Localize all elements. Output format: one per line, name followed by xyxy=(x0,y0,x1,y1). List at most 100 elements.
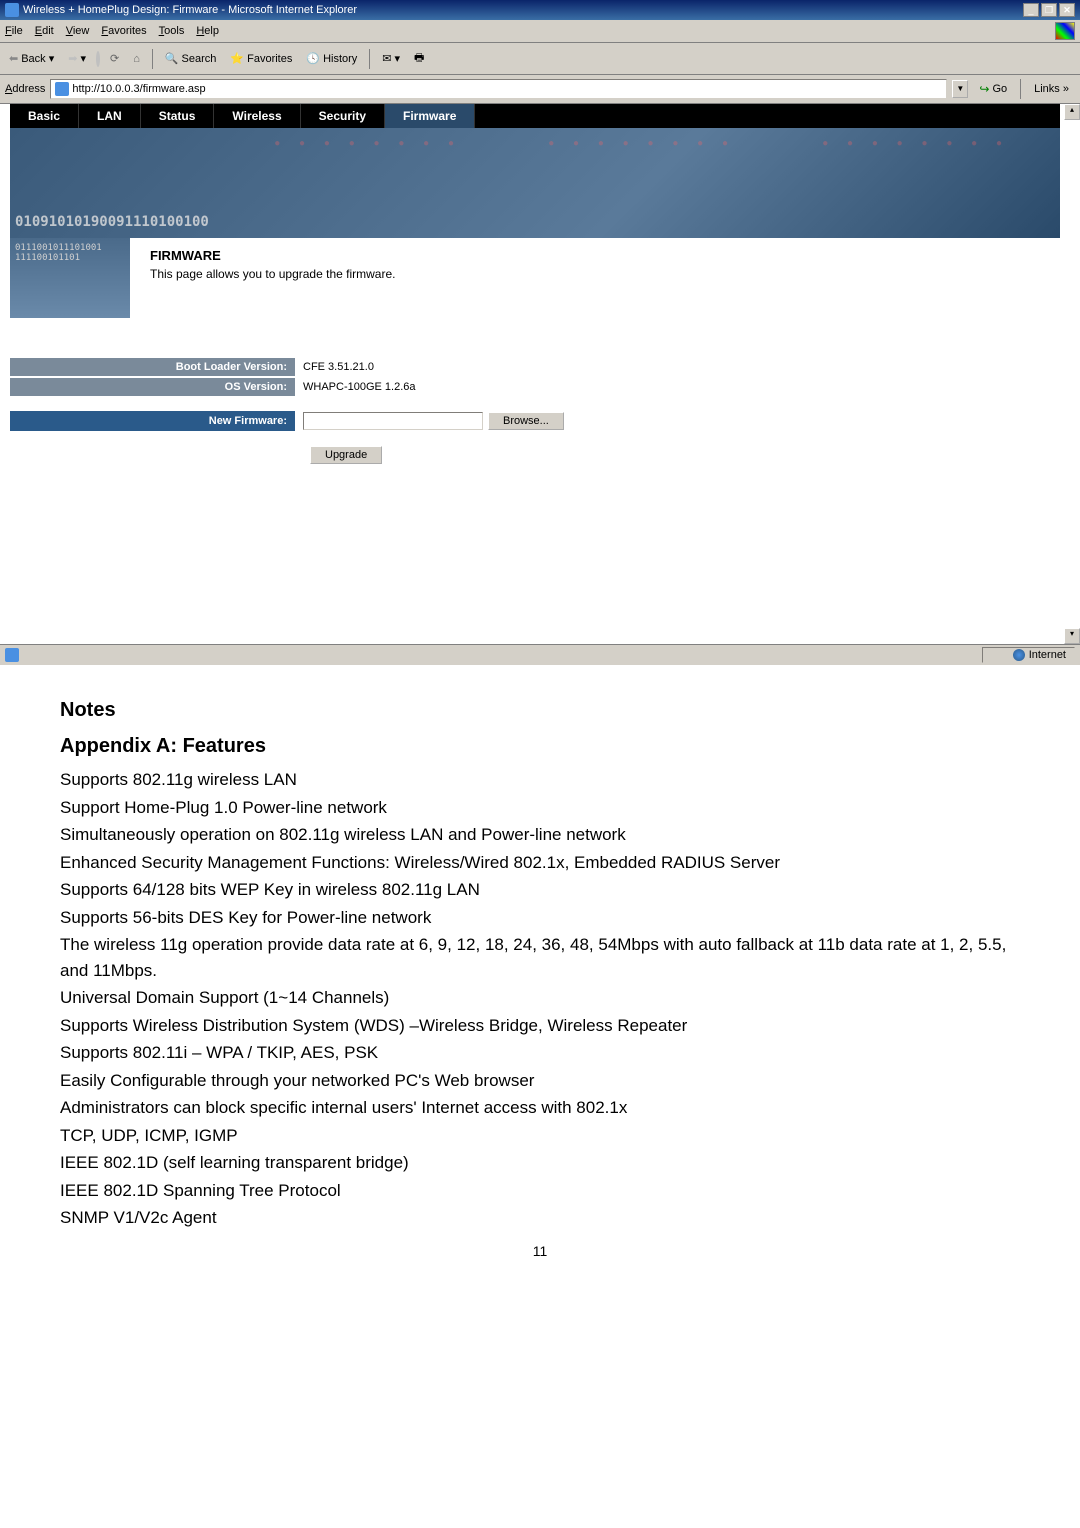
firmware-title: FIRMWARE xyxy=(150,248,1040,263)
address-label: Address xyxy=(5,83,45,95)
go-label: Go xyxy=(992,83,1007,95)
history-button[interactable]: 🕓 History xyxy=(302,50,361,67)
tab-basic[interactable]: Basic xyxy=(10,104,79,128)
tab-firmware[interactable]: Firmware xyxy=(385,104,475,128)
separator xyxy=(1020,79,1021,99)
forward-button[interactable]: ➡ ▾ xyxy=(64,50,90,67)
scroll-down-button[interactable]: ▾ xyxy=(1064,628,1080,644)
firmware-file-input[interactable] xyxy=(303,412,483,430)
toolbar-separator xyxy=(152,49,153,69)
doc-line: TCP, UDP, ICMP, IGMP xyxy=(60,1123,1020,1149)
toolbar: ⬅ Back ▾ ➡ ▾ ⟳ ⌂ 🔍 Search ⭐ Favorites 🕓 … xyxy=(0,43,1080,75)
address-dropdown[interactable]: ▼ xyxy=(952,80,968,98)
home-button[interactable]: ⌂ xyxy=(129,51,144,67)
refresh-button[interactable]: ⟳ xyxy=(106,50,123,67)
menu-help[interactable]: Help xyxy=(196,25,219,37)
menu-file[interactable]: File xyxy=(5,25,23,37)
browse-button[interactable]: Browse... xyxy=(488,412,564,430)
home-icon: ⌂ xyxy=(133,53,140,65)
os-version-label: OS Version: xyxy=(10,378,295,396)
doc-line: Simultaneously operation on 802.11g wire… xyxy=(60,822,1020,848)
doc-line: Support Home-Plug 1.0 Power-line network xyxy=(60,795,1020,821)
scroll-up-button[interactable]: ▴ xyxy=(1064,104,1080,120)
banner-binary-2: 0111001011101001 xyxy=(15,243,125,253)
doc-line: Easily Configurable through your network… xyxy=(60,1068,1020,1094)
left-panel: 0111001011101001 111100101101 xyxy=(10,238,130,318)
page-content: ▴ Basic LAN Status Wireless Security Fir… xyxy=(0,104,1080,644)
doc-line: Universal Domain Support (1~14 Channels) xyxy=(60,985,1020,1011)
doc-line: The wireless 11g operation provide data … xyxy=(60,932,1020,983)
status-ie-icon xyxy=(5,648,19,662)
firmware-desc: This page allows you to upgrade the firm… xyxy=(150,267,1040,281)
windows-logo-icon xyxy=(1055,22,1075,40)
tab-wireless[interactable]: Wireless xyxy=(214,104,300,128)
menu-view[interactable]: View xyxy=(66,25,90,37)
close-button[interactable]: ✕ xyxy=(1059,3,1075,17)
window-title: Wireless + HomePlug Design: Firmware - M… xyxy=(23,4,357,16)
title-bar: Wireless + HomePlug Design: Firmware - M… xyxy=(0,0,1080,20)
menu-edit[interactable]: Edit xyxy=(35,25,54,37)
mail-icon: ✉ xyxy=(382,52,391,65)
doc-line: Enhanced Security Management Functions: … xyxy=(60,850,1020,876)
history-icon: 🕓 xyxy=(306,52,320,65)
print-button[interactable]: 🖶 xyxy=(410,47,428,70)
appendix-heading: Appendix A: Features xyxy=(60,731,1020,761)
stop-button[interactable] xyxy=(96,53,100,65)
back-label: Back xyxy=(21,53,45,65)
address-bar: Address http://10.0.0.3/firmware.asp ▼ ↪… xyxy=(0,75,1080,104)
new-firmware-label: New Firmware: xyxy=(10,411,295,431)
minimize-button[interactable]: _ xyxy=(1023,3,1039,17)
doc-line: Supports 802.11i – WPA / TKIP, AES, PSK xyxy=(60,1040,1020,1066)
back-button[interactable]: ⬅ Back ▾ xyxy=(5,50,58,67)
ie-icon xyxy=(5,3,19,17)
doc-line: Supports 802.11g wireless LAN xyxy=(60,767,1020,793)
menu-bar: File Edit View Favorites Tools Help xyxy=(0,20,1080,43)
address-url: http://10.0.0.3/firmware.asp xyxy=(72,83,205,95)
search-icon: 🔍 xyxy=(165,52,179,65)
favorites-button[interactable]: ⭐ Favorites xyxy=(226,50,296,67)
zone-label: Internet xyxy=(1029,649,1066,661)
doc-line: IEEE 802.1D (self learning transparent b… xyxy=(60,1150,1020,1176)
forward-dropdown-icon: ▾ xyxy=(80,52,86,65)
toolbar-separator xyxy=(369,49,370,69)
go-icon: ↪ xyxy=(979,82,989,96)
maximize-button[interactable]: ❐ xyxy=(1041,3,1057,17)
security-zone: Internet xyxy=(982,647,1075,663)
go-button[interactable]: ↪ Go xyxy=(973,80,1013,98)
history-label: History xyxy=(323,53,357,65)
favorites-label: Favorites xyxy=(247,53,292,65)
tab-status[interactable]: Status xyxy=(141,104,215,128)
menu-favorites[interactable]: Favorites xyxy=(101,25,146,37)
forward-arrow-icon: ➡ xyxy=(68,52,77,65)
left-panel-text: 111100101101 xyxy=(15,253,125,263)
boot-loader-label: Boot Loader Version: xyxy=(10,358,295,376)
tab-lan[interactable]: LAN xyxy=(79,104,141,128)
upgrade-button[interactable]: Upgrade xyxy=(310,446,382,464)
doc-line: SNMP V1/V2c Agent xyxy=(60,1205,1020,1231)
page-icon xyxy=(55,82,69,96)
print-icon: 🖶 xyxy=(414,49,424,68)
links-button[interactable]: Links » xyxy=(1028,83,1075,95)
search-label: Search xyxy=(182,53,217,65)
refresh-icon: ⟳ xyxy=(110,52,119,65)
os-version-value: WHAPC-100GE 1.2.6a xyxy=(295,378,424,396)
doc-line: IEEE 802.1D Spanning Tree Protocol xyxy=(60,1178,1020,1204)
tab-security[interactable]: Security xyxy=(301,104,385,128)
back-arrow-icon: ⬅ xyxy=(9,52,18,65)
doc-line: Supports Wireless Distribution System (W… xyxy=(60,1013,1020,1039)
banner-binary-1: 01091010190091110100100 xyxy=(15,214,209,230)
document-section: Notes Appendix A: Features Supports 802.… xyxy=(0,665,1080,1292)
banner-dots: ● ● ● ● ● ● ● ● ● ● ● ● ● ● ● ● ● ● ● ● … xyxy=(274,138,1010,149)
favorites-icon: ⭐ xyxy=(230,52,244,65)
boot-loader-value: CFE 3.51.21.0 xyxy=(295,358,382,376)
address-input[interactable]: http://10.0.0.3/firmware.asp xyxy=(50,79,947,99)
page-number: 11 xyxy=(60,1241,1020,1262)
nav-tabs: Basic LAN Status Wireless Security Firmw… xyxy=(10,104,1060,128)
stop-icon xyxy=(96,51,100,67)
search-button[interactable]: 🔍 Search xyxy=(161,50,221,67)
links-label: Links xyxy=(1034,83,1060,95)
mail-button[interactable]: ✉▾ xyxy=(378,50,404,67)
menu-tools[interactable]: Tools xyxy=(159,25,185,37)
banner: ● ● ● ● ● ● ● ● ● ● ● ● ● ● ● ● ● ● ● ● … xyxy=(10,128,1060,238)
doc-line: Administrators can block specific intern… xyxy=(60,1095,1020,1121)
